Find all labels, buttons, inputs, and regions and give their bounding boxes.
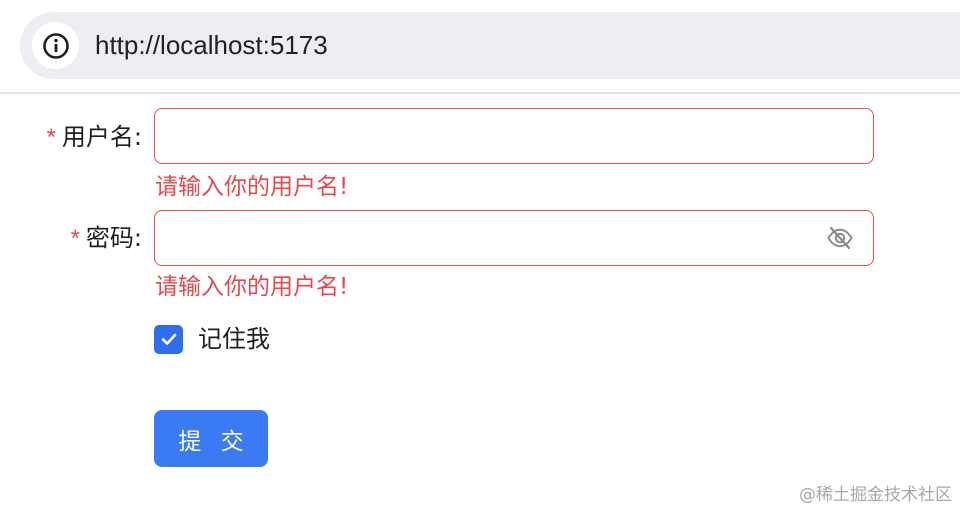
username-error: 请输入你的用户名! bbox=[155, 174, 349, 200]
username-input[interactable] bbox=[154, 108, 874, 164]
password-input[interactable] bbox=[154, 210, 874, 266]
info-icon bbox=[42, 32, 69, 59]
username-label: * 用户名: bbox=[47, 121, 142, 154]
remember-me-checkbox[interactable]: 记住我 bbox=[154, 322, 270, 356]
required-mark: * bbox=[70, 225, 80, 252]
watermark: @稀土掘金技术社区 bbox=[799, 485, 952, 505]
url-text[interactable]: http://localhost:5173 bbox=[95, 29, 328, 61]
password-label-text: 密码: bbox=[85, 224, 142, 252]
address-bar[interactable]: http://localhost:5173 bbox=[20, 12, 960, 79]
password-error: 请输入你的用户名! bbox=[155, 274, 349, 300]
browser-toolbar: http://localhost:5173 bbox=[0, 0, 960, 94]
checkbox-box[interactable] bbox=[154, 324, 183, 354]
submit-button[interactable]: 提 交 bbox=[154, 410, 268, 467]
password-label: * 密码: bbox=[71, 222, 142, 255]
remember-me-label: 记住我 bbox=[198, 325, 270, 353]
check-icon bbox=[161, 333, 176, 345]
site-info-button[interactable] bbox=[32, 22, 79, 69]
eye-off-icon[interactable] bbox=[826, 224, 854, 252]
required-mark: * bbox=[46, 124, 56, 151]
username-label-text: 用户名: bbox=[61, 123, 142, 151]
